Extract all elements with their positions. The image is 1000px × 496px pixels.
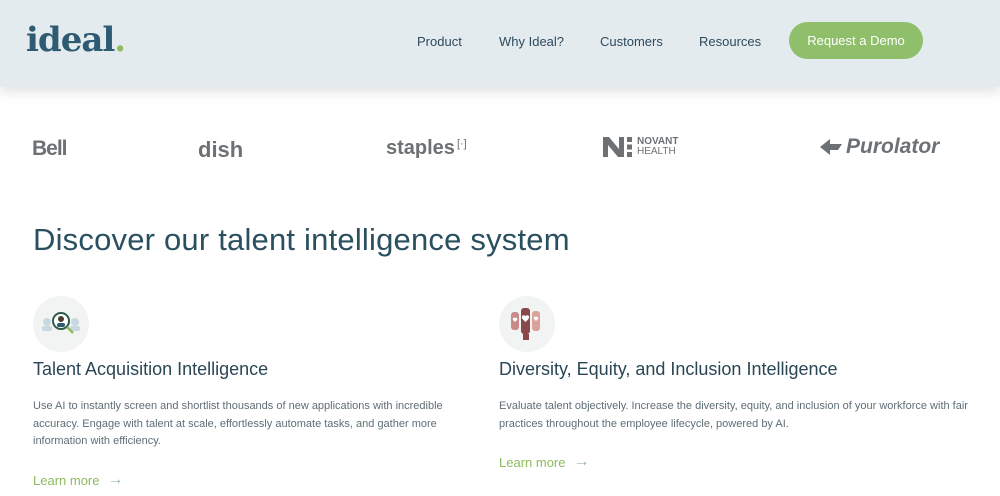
staples-logo: staples [·] xyxy=(386,137,467,160)
learn-more-label: Learn more xyxy=(499,454,566,470)
novant-mark-icon xyxy=(603,137,632,157)
staples-bracket-icon: [·] xyxy=(456,138,467,150)
logo-dot: . xyxy=(114,20,126,60)
card-title-dei: Diversity, Equity, and Inclusion Intelli… xyxy=(499,359,838,379)
purolator-logo: Purolator xyxy=(820,135,939,159)
staples-logo-text: staples xyxy=(386,137,455,159)
diversity-hands-icon xyxy=(499,296,555,352)
page-heading: Discover our talent intelligence system xyxy=(33,222,570,257)
card-desc-talent-acquisition: Use AI to instantly screen and shortlist… xyxy=(33,400,443,447)
nav-resources[interactable]: Resources xyxy=(699,34,761,49)
purolator-text: Purolator xyxy=(846,135,940,158)
site-header: ideal. Product Why Ideal? Customers Reso… xyxy=(0,0,1000,87)
talent-acquisition-icon xyxy=(33,296,89,352)
purolator-arrow-icon xyxy=(820,139,842,155)
ideal-logo[interactable]: ideal. xyxy=(26,20,126,60)
logo-text: ideal xyxy=(26,20,115,60)
nav-product[interactable]: Product xyxy=(417,34,462,49)
novant-health-logo: NOVANT HEALTH xyxy=(603,137,678,157)
card-desc-dei: Evaluate talent objectively. Increase th… xyxy=(499,400,968,430)
card-title-talent-acquisition: Talent Acquisition Intelligence xyxy=(33,359,269,379)
dish-logo: dish xyxy=(198,137,244,162)
request-demo-button[interactable]: Request a Demo xyxy=(789,22,923,59)
learn-more-label: Learn more xyxy=(33,472,100,488)
arrow-right-icon: → xyxy=(573,453,590,470)
arrow-right-icon: → xyxy=(107,471,124,488)
nav-why-ideal[interactable]: Why Ideal? xyxy=(499,34,564,49)
bell-logo: Bell xyxy=(32,137,68,160)
learn-more-dei[interactable]: Learn more → xyxy=(499,453,589,471)
health-text: HEALTH xyxy=(637,146,676,157)
nav-customers[interactable]: Customers xyxy=(600,34,663,49)
learn-more-talent-acquisition[interactable]: Learn more → xyxy=(33,471,123,489)
